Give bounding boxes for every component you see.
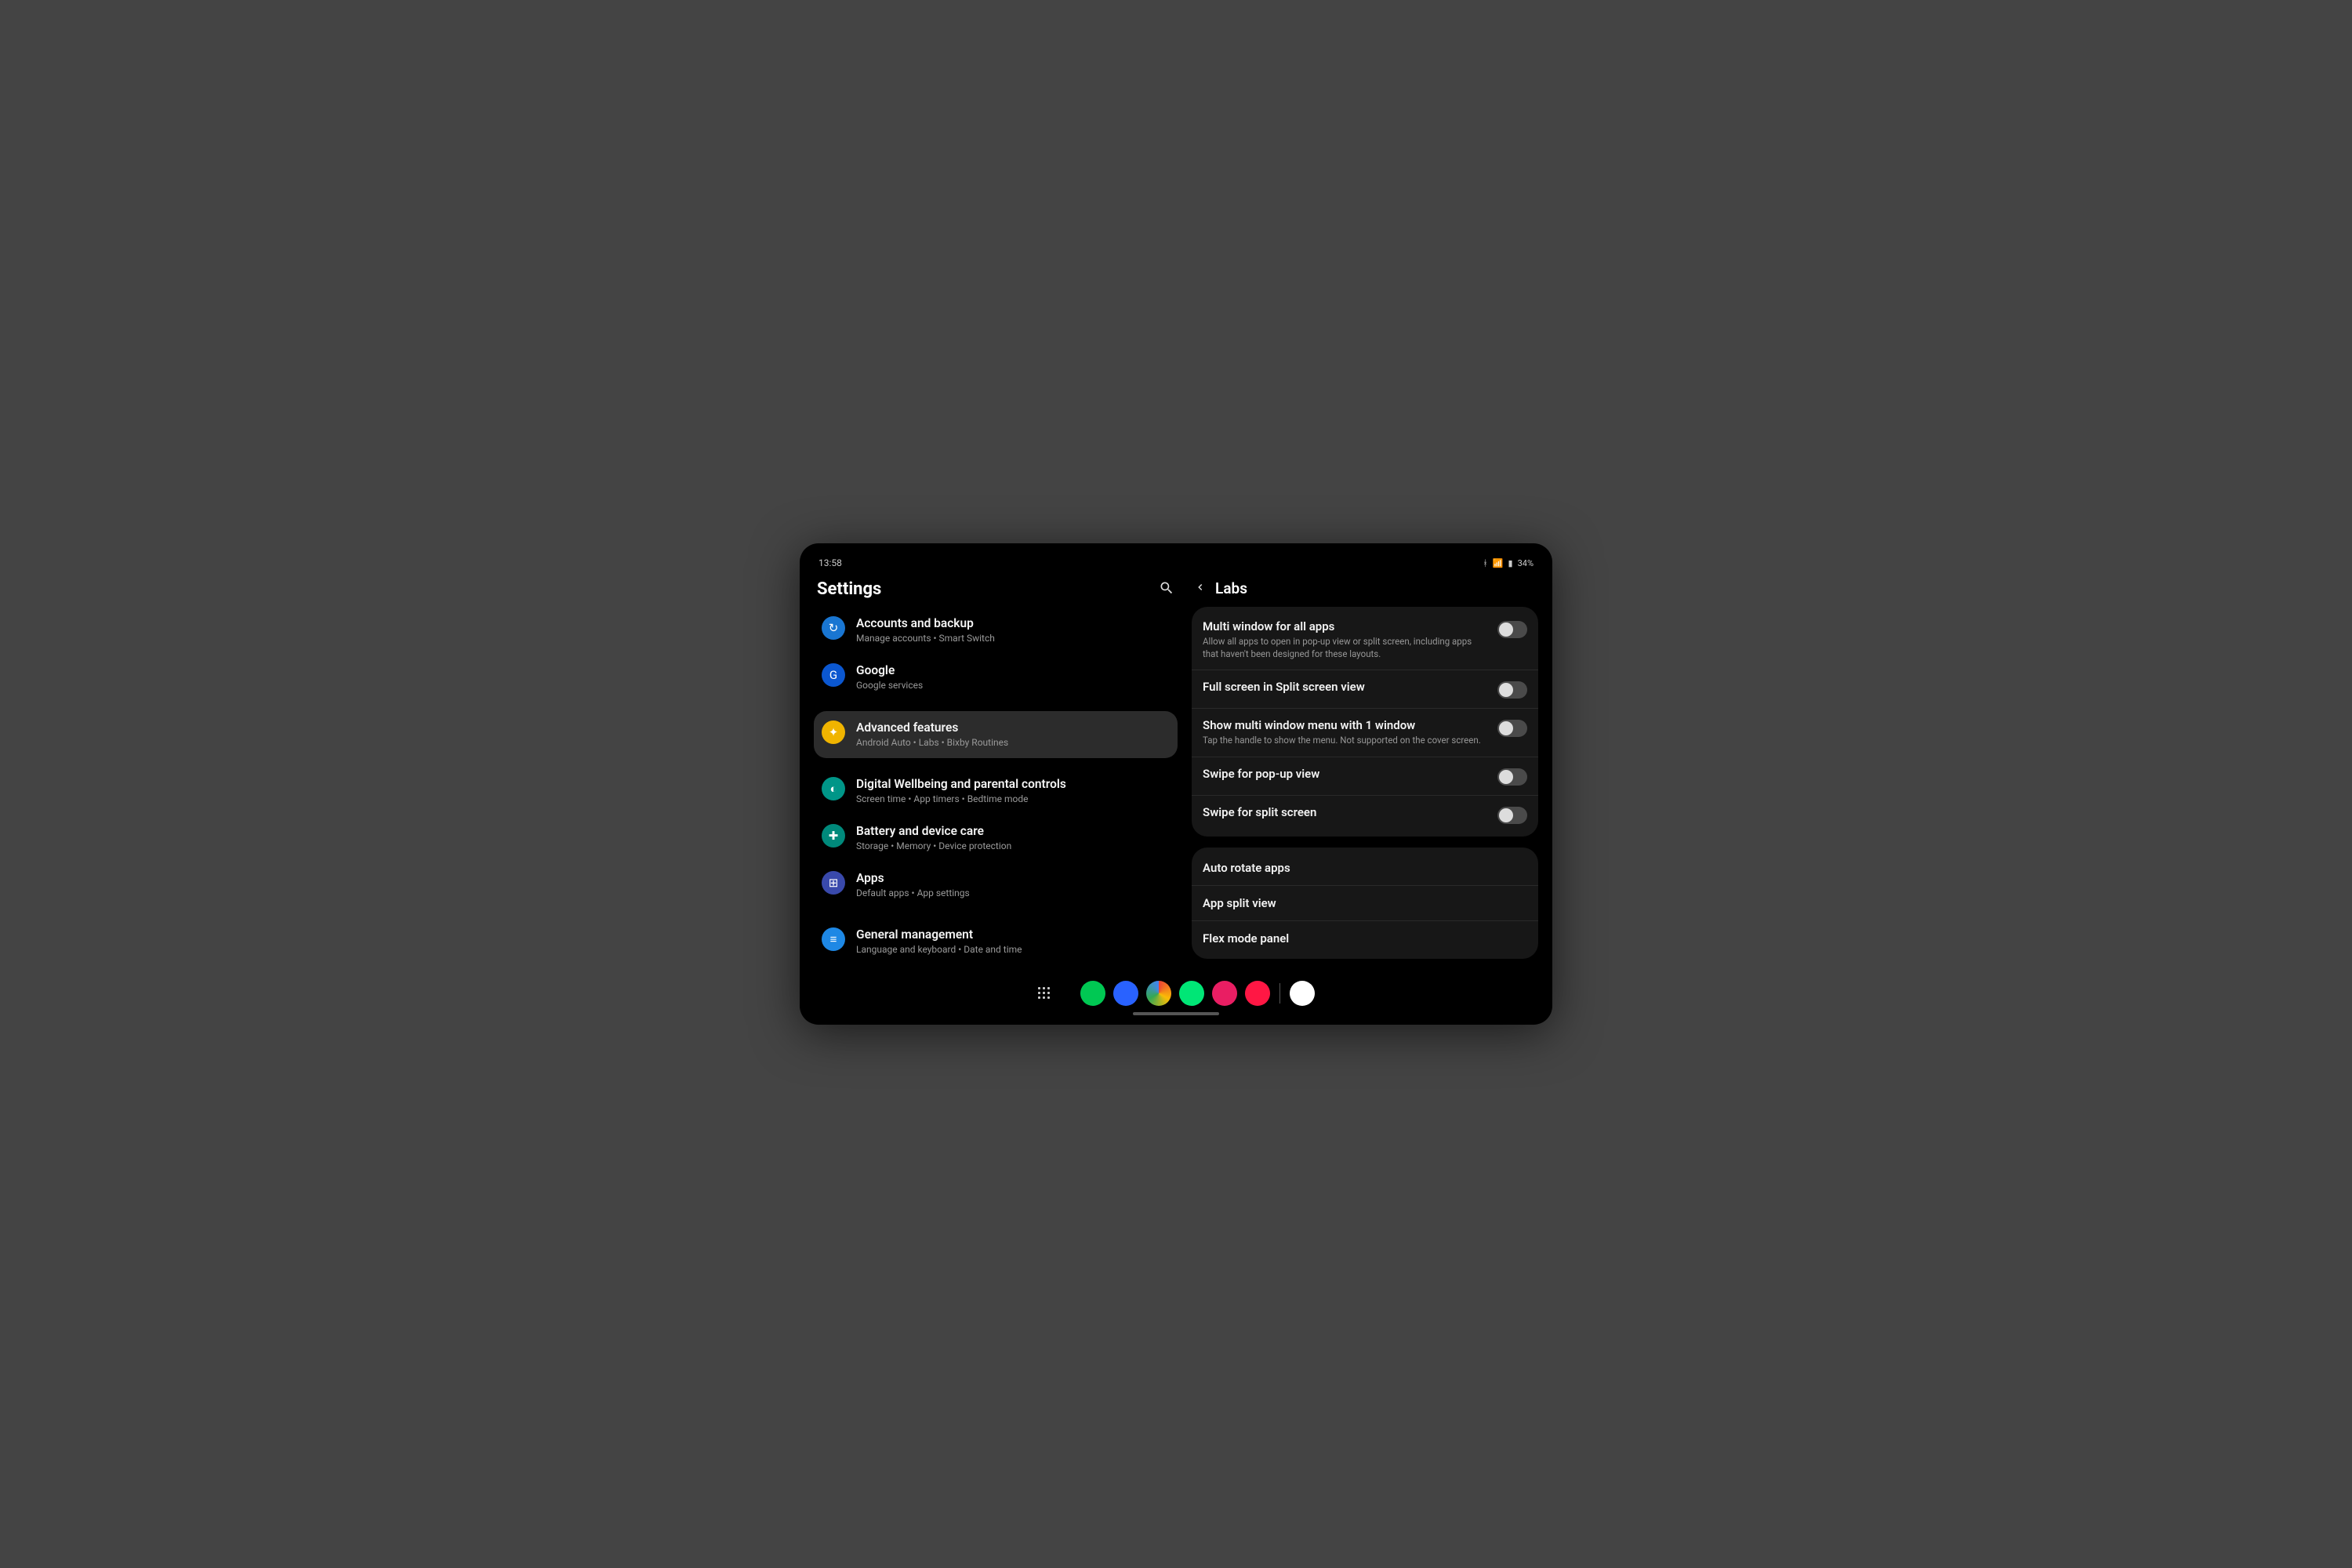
settings-item-subtitle: Screen time • App timers • Bedtime mode (856, 793, 1066, 805)
option-title: Multi window for all apps (1203, 619, 1486, 633)
settings-item-apps[interactable]: ⊞ Apps Default apps • App settings (814, 862, 1178, 909)
settings-item-title: Apps (856, 871, 970, 885)
option-title: Swipe for pop-up view (1203, 767, 1486, 781)
battery-text: 34% (1518, 558, 1534, 568)
phone-icon[interactable] (1080, 981, 1105, 1006)
labs-group-2: Auto rotate appsApp split viewFlex mode … (1192, 848, 1538, 959)
dock-separator (1279, 983, 1280, 1004)
search-icon (1159, 580, 1174, 596)
labs-option-swipe-for-split-screen[interactable]: Swipe for split screen (1192, 795, 1538, 833)
settings-item-subtitle: Storage • Memory • Device protection (856, 840, 1011, 852)
labs-option-swipe-for-pop-up-view[interactable]: Swipe for pop-up view (1192, 757, 1538, 795)
labs-title: Labs (1215, 579, 1247, 597)
samsung-internet-icon[interactable] (1290, 981, 1315, 1006)
settings-item-subtitle: Android Auto • Labs • Bixby Routines (856, 736, 1008, 749)
toggle-switch[interactable] (1497, 768, 1527, 786)
labs-link-auto-rotate-apps[interactable]: Auto rotate apps (1192, 851, 1538, 885)
labs-pane: Labs Multi window for all apps Allow all … (1192, 575, 1538, 970)
settings-item-subtitle: Manage accounts • Smart Switch (856, 632, 995, 644)
app-drawer-button[interactable] (1038, 987, 1051, 1000)
dock (814, 970, 1538, 1007)
labs-link-flex-mode-panel[interactable]: Flex mode panel (1192, 920, 1538, 956)
option-title: Show multi window menu with 1 window (1203, 718, 1486, 732)
apps-icon: ⊞ (822, 871, 845, 895)
option-title: Full screen in Split screen view (1203, 680, 1486, 694)
general-icon: ≡ (822, 927, 845, 951)
labs-group-1: Multi window for all apps Allow all apps … (1192, 607, 1538, 837)
nav-handle[interactable] (1133, 1012, 1219, 1015)
settings-item-title: Google (856, 663, 923, 677)
settings-item-title: Accounts and backup (856, 616, 995, 630)
settings-item-title: General management (856, 927, 1022, 942)
labs-option-multi-window-for-all-apps[interactable]: Multi window for all apps Allow all apps … (1192, 610, 1538, 670)
advanced-icon: ✦ (822, 720, 845, 744)
clock: 13:58 (818, 557, 842, 568)
wellbeing-icon: ◐ (822, 777, 845, 800)
settings-pane: Settings ↻ Accounts and backup Manage acco… (814, 575, 1178, 970)
toggle-switch[interactable] (1497, 621, 1527, 638)
status-bar: 13:58 ᚼ 📶 ▮ 34% (814, 556, 1538, 575)
labs-option-full-screen-in-split-screen-view[interactable]: Full screen in Split screen view (1192, 670, 1538, 708)
signal-icon: ▮ (1508, 558, 1513, 568)
toggle-switch[interactable] (1497, 681, 1527, 699)
back-button[interactable] (1195, 581, 1206, 596)
settings-item-title: Advanced features (856, 720, 1008, 735)
gallery-icon[interactable] (1212, 981, 1237, 1006)
settings-item-google[interactable]: G Google Google services (814, 654, 1178, 701)
battery-icon: ✚ (822, 824, 845, 848)
settings-item-subtitle: Google services (856, 679, 923, 691)
chevron-left-icon (1195, 582, 1206, 593)
settings-item-title: Battery and device care (856, 824, 1011, 838)
settings-item-subtitle: Language and keyboard • Date and time (856, 943, 1022, 956)
option-title: Swipe for split screen (1203, 805, 1486, 819)
toggle-switch[interactable] (1497, 807, 1527, 824)
settings-item-general-management[interactable]: ≡ General managementLanguage and keyboard… (814, 918, 1178, 965)
bluetooth-icon: ᚼ (1483, 558, 1488, 568)
settings-item-title: Digital Wellbeing and parental controls (856, 777, 1066, 791)
google-icon: G (822, 663, 845, 687)
option-subtitle: Tap the handle to show the menu. Not sup… (1203, 735, 1486, 747)
settings-item-battery-and-device-care[interactable]: ✚ Battery and device care Storage • Memory… (814, 815, 1178, 862)
whatsapp-icon[interactable] (1179, 981, 1204, 1006)
option-subtitle: Allow all apps to open in pop-up view or… (1203, 636, 1486, 660)
chrome-icon[interactable] (1146, 981, 1171, 1006)
settings-title: Settings (817, 579, 881, 599)
labs-option-show-multi-window-menu-with-1-window[interactable]: Show multi window menu with 1 window Tap … (1192, 708, 1538, 757)
wifi-icon: 📶 (1493, 558, 1504, 568)
settings-item-advanced-features[interactable]: ✦ Advanced featuresAndroid Auto • Labs • … (814, 711, 1178, 758)
status-icons: ᚼ 📶 ▮ 34% (1483, 558, 1534, 568)
sync-icon: ↻ (822, 616, 845, 640)
settings-item-subtitle: Default apps • App settings (856, 887, 970, 899)
labs-link-app-split-view[interactable]: App split view (1192, 885, 1538, 920)
search-button[interactable] (1159, 580, 1174, 599)
settings-item-accounts-and-backup[interactable]: ↻ Accounts and backup Manage accounts • Sm… (814, 607, 1178, 654)
messages-icon[interactable] (1113, 981, 1138, 1006)
toggle-switch[interactable] (1497, 720, 1527, 737)
device-frame: 13:58 ᚼ 📶 ▮ 34% Settings ↻ Accounts and b… (800, 543, 1552, 1025)
youtube-icon[interactable] (1245, 981, 1270, 1006)
settings-item-digital-wellbeing-and-parental-controls[interactable]: ◐ Digital Wellbeing and parental controls… (814, 768, 1178, 815)
